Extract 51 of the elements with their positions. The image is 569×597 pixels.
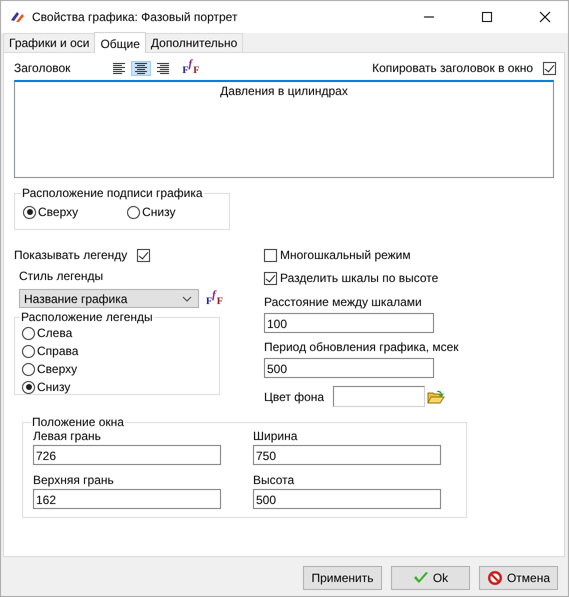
- update-period-field[interactable]: 500: [264, 358, 434, 378]
- field-label: Левая грань: [33, 429, 102, 443]
- number-field[interactable]: 500: [253, 489, 441, 509]
- apply-button[interactable]: Применить: [303, 566, 382, 590]
- title-text: Давления в цилиндрах: [220, 84, 348, 98]
- checkbox-option[interactable]: Разделить шкалы по высоте: [264, 270, 459, 286]
- title-text-area[interactable]: Давления в цилиндрах: [14, 80, 554, 178]
- radio-option[interactable]: Справа: [22, 342, 212, 360]
- title-label: Заголовок: [14, 61, 70, 75]
- align-center-button[interactable]: [131, 60, 152, 76]
- ok-button[interactable]: Ok: [391, 566, 470, 590]
- field-label: Верхняя грань: [33, 473, 115, 487]
- window-title: Свойства графика: Фазовый портрет: [32, 10, 238, 24]
- background-color-field[interactable]: [333, 386, 426, 407]
- group-title: Положение окна: [31, 415, 125, 429]
- group-title: Расположение подписи графика: [21, 186, 204, 200]
- cancel-button[interactable]: Отмена: [479, 566, 558, 590]
- number-field[interactable]: 726: [33, 445, 221, 465]
- number-field[interactable]: 162: [33, 489, 221, 509]
- app-logo-icon: [9, 10, 25, 24]
- close-icon[interactable]: [539, 11, 551, 23]
- number-field[interactable]: 750: [253, 445, 441, 465]
- show-legend-label: Показывать легенду: [14, 248, 128, 262]
- checkmark-icon: [412, 571, 429, 585]
- show-legend-checkbox[interactable]: [137, 248, 150, 262]
- tab[interactable]: Общие: [94, 32, 146, 53]
- update-period-label: Период обновления графика, мсек: [264, 340, 459, 354]
- radio-option[interactable]: Сверху: [22, 360, 212, 378]
- font-button[interactable]: FfF: [177, 59, 200, 77]
- radio-option[interactable]: Снизу: [22, 378, 212, 396]
- copy-title-checkbox[interactable]: [543, 62, 556, 74]
- legend-style-label: Стиль легенды: [19, 269, 104, 283]
- maximize-icon[interactable]: [481, 11, 493, 23]
- scale-distance-label: Расстояние между шкалами: [264, 295, 423, 309]
- copy-title-label: Копировать заголовок в окно: [372, 61, 533, 75]
- field-label: Ширина: [253, 429, 298, 443]
- radio-option[interactable]: Слева: [22, 324, 212, 342]
- radio-option[interactable]: Сверху: [23, 205, 78, 219]
- folder-icon[interactable]: [427, 388, 446, 404]
- prohibited-icon: [486, 570, 503, 586]
- tab[interactable]: Дополнительно: [144, 33, 244, 52]
- chevron-down-icon: [182, 296, 192, 302]
- tab[interactable]: Графики и оси: [3, 33, 96, 52]
- radio-option[interactable]: Снизу: [127, 205, 176, 219]
- field-label: Высота: [253, 473, 296, 487]
- group-title: Расположение легенды: [20, 310, 154, 324]
- scale-distance-field[interactable]: 100: [264, 313, 434, 333]
- background-color-label: Цвет фона: [264, 390, 324, 404]
- legend-style-dropdown[interactable]: Название графика: [19, 289, 199, 308]
- checkbox-option[interactable]: Многошкальный режим: [264, 247, 459, 263]
- font-button[interactable]: FfF: [201, 290, 224, 308]
